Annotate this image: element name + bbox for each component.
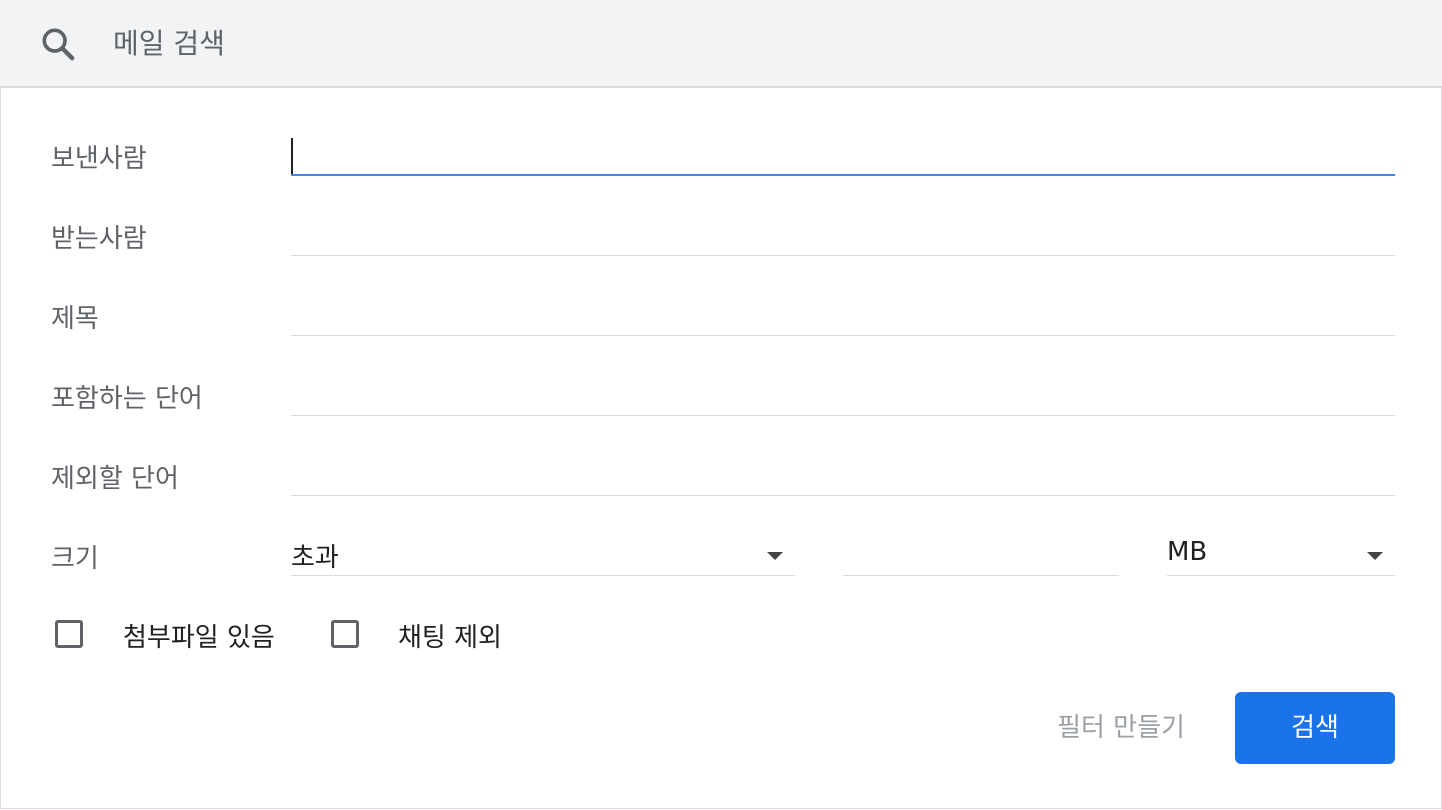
from-label: 보낸사람 bbox=[51, 144, 147, 174]
has-words-label: 포함하는 단어 bbox=[51, 384, 203, 414]
advanced-search-panel: 보낸사람 받는사람 제목 포함하는 단어 제외할 단어 크기 초과 MB 첨부파… bbox=[0, 88, 1442, 809]
has-attachment-checkbox[interactable] bbox=[55, 620, 83, 648]
subject-label: 제목 bbox=[51, 304, 99, 334]
size-operator-select[interactable]: 초과 bbox=[291, 536, 795, 576]
size-unit-value: MB bbox=[1167, 537, 1208, 567]
search-bar[interactable]: 메일 검색 bbox=[0, 0, 1442, 88]
search-input[interactable]: 메일 검색 bbox=[113, 22, 225, 62]
exclude-chats-checkbox[interactable] bbox=[331, 620, 359, 648]
size-value-field[interactable] bbox=[843, 536, 1119, 576]
size-unit-select[interactable]: MB bbox=[1167, 536, 1395, 576]
has-words-field[interactable] bbox=[291, 376, 1395, 416]
size-operator-value: 초과 bbox=[291, 543, 339, 573]
dropdown-arrow-icon bbox=[767, 552, 783, 560]
doesnt-have-label: 제외할 단어 bbox=[51, 464, 179, 494]
doesnt-have-field[interactable] bbox=[291, 456, 1395, 496]
size-label: 크기 bbox=[51, 544, 99, 574]
dropdown-arrow-icon bbox=[1367, 552, 1383, 560]
exclude-chats-label[interactable]: 채팅 제외 bbox=[398, 617, 502, 654]
subject-field[interactable] bbox=[291, 296, 1395, 336]
has-attachment-label[interactable]: 첨부파일 있음 bbox=[123, 617, 275, 654]
to-label: 받는사람 bbox=[51, 224, 147, 254]
to-field[interactable] bbox=[291, 216, 1395, 256]
from-field[interactable] bbox=[291, 136, 1395, 176]
text-caret bbox=[291, 138, 293, 174]
search-icon[interactable] bbox=[38, 24, 78, 64]
create-filter-button[interactable]: 필터 만들기 bbox=[1041, 692, 1201, 764]
search-button[interactable]: 검색 bbox=[1235, 692, 1395, 764]
